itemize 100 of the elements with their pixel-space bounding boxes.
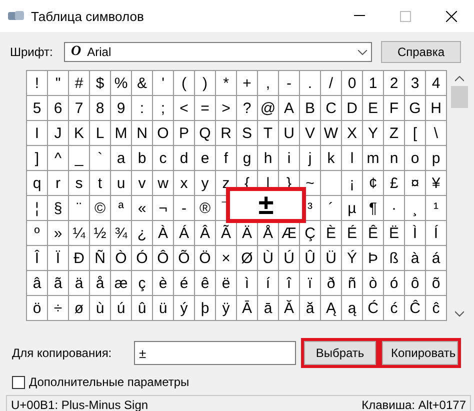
character-cell[interactable]: ÿ: [216, 296, 237, 321]
character-cell[interactable]: Æ: [279, 221, 300, 246]
character-cell[interactable]: Ó: [132, 246, 153, 271]
scroll-down-icon[interactable]: [454, 311, 464, 317]
character-cell[interactable]: Y: [363, 121, 384, 146]
character-cell[interactable]: Á: [174, 221, 195, 246]
character-cell[interactable]: ą: [342, 296, 363, 321]
character-cell[interactable]: ä: [69, 271, 90, 296]
character-cell[interactable]: Ú: [279, 246, 300, 271]
character-cell[interactable]: ă: [300, 296, 321, 321]
character-cell[interactable]: c: [153, 146, 174, 171]
character-cell[interactable]: ĉ: [426, 296, 447, 321]
character-cell[interactable]: ê: [195, 271, 216, 296]
character-cell[interactable]: Ë: [384, 221, 405, 246]
character-cell[interactable]: L: [90, 121, 111, 146]
checkbox[interactable]: [12, 376, 25, 388]
character-cell[interactable]: û: [132, 296, 153, 321]
character-cell[interactable]: Ö: [195, 246, 216, 271]
character-cell[interactable]: ¸: [405, 196, 426, 221]
character-cell[interactable]: #: [69, 71, 90, 96]
character-cell[interactable]: (: [174, 71, 195, 96]
character-cell[interactable]: 5: [27, 96, 48, 121]
character-cell[interactable]: j: [300, 146, 321, 171]
character-cell[interactable]: B: [300, 96, 321, 121]
character-cell[interactable]: !: [27, 71, 48, 96]
character-cell[interactable]: ò: [363, 271, 384, 296]
character-cell[interactable]: d: [174, 146, 195, 171]
character-cell[interactable]: U: [279, 121, 300, 146]
character-cell[interactable]: ¾: [111, 221, 132, 246]
character-cell[interactable]: Ô: [153, 246, 174, 271]
character-cell[interactable]: K: [69, 121, 90, 146]
character-cell[interactable]: q: [27, 171, 48, 196]
character-cell[interactable]: ñ: [342, 271, 363, 296]
character-cell[interactable]: `: [90, 146, 111, 171]
character-cell[interactable]: n: [384, 146, 405, 171]
character-cell[interactable]: ]: [27, 146, 48, 171]
character-cell[interactable]: G: [405, 96, 426, 121]
character-cell[interactable]: W: [321, 121, 342, 146]
character-cell[interactable]: C: [321, 96, 342, 121]
character-cell[interactable]: Ì: [405, 221, 426, 246]
scroll-up-icon[interactable]: [454, 76, 464, 82]
character-cell[interactable]: e: [195, 146, 216, 171]
character-cell[interactable]: t: [90, 171, 111, 196]
character-cell[interactable]: O: [153, 121, 174, 146]
character-cell[interactable]: p: [426, 146, 447, 171]
character-cell[interactable]: î: [279, 271, 300, 296]
character-cell[interactable]: ×: [216, 246, 237, 271]
character-cell[interactable]: ,: [258, 71, 279, 96]
character-cell[interactable]: Ü: [321, 246, 342, 271]
character-cell[interactable]: F: [384, 96, 405, 121]
character-cell[interactable]: µ: [342, 196, 363, 221]
character-cell[interactable]: ´: [321, 196, 342, 221]
character-cell[interactable]: Â: [195, 221, 216, 246]
character-cell[interactable]: <: [174, 96, 195, 121]
scrollbar-thumb[interactable]: [450, 86, 468, 108]
character-cell[interactable]: /: [321, 71, 342, 96]
character-cell[interactable]: *: [216, 71, 237, 96]
character-cell[interactable]: M: [111, 121, 132, 146]
character-cell[interactable]: ¤: [405, 171, 426, 196]
character-cell[interactable]: $: [90, 71, 111, 96]
character-cell[interactable]: ¨: [69, 196, 90, 221]
character-cell[interactable]: Ð: [69, 246, 90, 271]
character-cell[interactable]: É: [342, 221, 363, 246]
character-cell[interactable]: 0: [342, 71, 363, 96]
character-cell[interactable]: Ý: [342, 246, 363, 271]
character-cell[interactable]: º: [27, 221, 48, 246]
character-cell[interactable]: +: [237, 71, 258, 96]
character-cell[interactable]: ': [153, 71, 174, 96]
character-cell[interactable]: .: [300, 71, 321, 96]
character-cell[interactable]: m: [363, 146, 384, 171]
character-cell[interactable]: Å: [258, 221, 279, 246]
character-cell[interactable]: Ñ: [90, 246, 111, 271]
character-cell[interactable]: ì: [237, 271, 258, 296]
character-cell[interactable]: ù: [90, 296, 111, 321]
character-cell[interactable]: I: [27, 121, 48, 146]
character-cell[interactable]: Ą: [321, 296, 342, 321]
character-cell[interactable]: -: [174, 196, 195, 221]
character-cell[interactable]: %: [111, 71, 132, 96]
character-cell[interactable]: 9: [111, 96, 132, 121]
character-cell[interactable]: :: [132, 96, 153, 121]
character-cell[interactable]: Õ: [174, 246, 195, 271]
character-cell[interactable]: P: [174, 121, 195, 146]
character-cell[interactable]: 6: [48, 96, 69, 121]
character-cell[interactable]: =: [195, 96, 216, 121]
character-cell[interactable]: Ø: [237, 246, 258, 271]
character-cell[interactable]: ~: [300, 171, 321, 196]
font-dropdown[interactable]: O Arial: [64, 42, 372, 62]
character-cell[interactable]: ·: [384, 196, 405, 221]
character-cell[interactable]: y: [195, 171, 216, 196]
character-cell[interactable]: à: [405, 246, 426, 271]
character-cell[interactable]: ú: [111, 296, 132, 321]
character-cell[interactable]: w: [153, 171, 174, 196]
character-cell[interactable]: Ĉ: [405, 296, 426, 321]
character-cell[interactable]: 3: [405, 71, 426, 96]
character-cell[interactable]: l: [342, 146, 363, 171]
character-cell[interactable]: 4: [426, 71, 447, 96]
character-cell[interactable]: é: [174, 271, 195, 296]
character-cell[interactable]: h: [258, 146, 279, 171]
character-cell[interactable]: E: [363, 96, 384, 121]
character-cell[interactable]: R: [216, 121, 237, 146]
